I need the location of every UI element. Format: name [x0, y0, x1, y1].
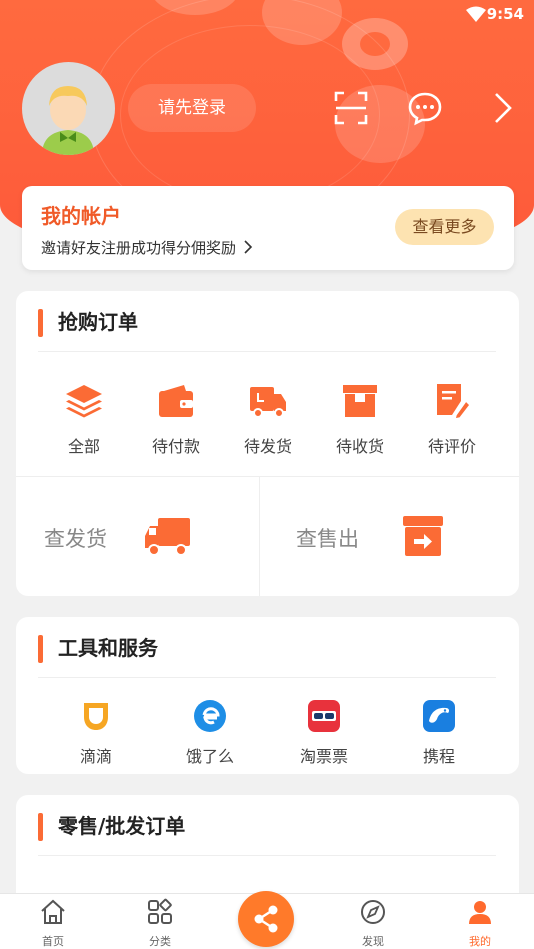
user-icon	[469, 901, 491, 924]
category-icon	[148, 898, 172, 924]
tool-eleme[interactable]: 饿了么	[170, 699, 250, 767]
compass-icon	[361, 900, 385, 924]
account-invite-link[interactable]: 邀请好友注册成功得分佣奖励	[41, 237, 253, 258]
order-status-all[interactable]: 全部	[38, 381, 130, 457]
view-more-button[interactable]: 查看更多	[395, 209, 494, 245]
chevron-right-small-icon	[244, 240, 252, 254]
order-status-label: 待收货	[335, 437, 384, 456]
divider	[38, 351, 496, 352]
order-status-label: 待评价	[427, 437, 476, 456]
order-status-label: 全部	[67, 437, 100, 456]
tool-taopiaopiao[interactable]: 淘票票	[284, 699, 364, 767]
wifi-icon	[466, 6, 486, 22]
truck-icon	[250, 387, 286, 418]
chevron-right-icon[interactable]	[488, 90, 524, 126]
layers-icon	[66, 385, 102, 418]
account-card[interactable]: 我的帐户 邀请好友注册成功得分佣奖励 查看更多	[22, 186, 514, 270]
divider	[38, 677, 496, 678]
tab-discover[interactable]: 发现	[333, 898, 413, 949]
tool-label: 淘票票	[299, 747, 348, 766]
share-button[interactable]	[238, 891, 294, 947]
check-shipping-button[interactable]: 查发货	[16, 476, 259, 594]
tool-ctrip[interactable]: 携程	[399, 699, 479, 767]
tools-card: 工具和服务 滴滴 饿了么 淘票票 携程	[16, 617, 519, 774]
order-status-label: 待付款	[151, 437, 200, 456]
box-arrow-icon	[403, 516, 443, 556]
tools-title: 工具和服务	[38, 631, 158, 665]
scan-icon[interactable]	[333, 90, 369, 126]
order-status-unpaid[interactable]: 待付款	[130, 381, 222, 457]
tool-label: 携程	[422, 747, 455, 766]
wallet-icon	[159, 385, 193, 417]
eleme-icon	[194, 700, 226, 732]
status-time: 9:54	[486, 5, 524, 23]
home-icon	[41, 899, 65, 924]
check-sold-label: 查售出	[296, 527, 359, 551]
tool-didi[interactable]: 滴滴	[56, 699, 136, 767]
message-icon[interactable]	[407, 90, 443, 126]
account-title: 我的帐户	[41, 204, 121, 228]
tab-mine[interactable]: 我的	[440, 898, 520, 949]
tab-label: 发现	[362, 935, 384, 948]
tab-label: 我的	[469, 935, 491, 948]
order-status-to-ship[interactable]: 待发货	[222, 381, 314, 457]
taopiaopiao-icon	[308, 700, 340, 732]
share-icon	[254, 905, 278, 933]
ctrip-icon	[423, 700, 455, 732]
box-icon	[343, 385, 377, 417]
order-status-label: 待发货	[243, 437, 292, 456]
tool-label: 饿了么	[185, 747, 234, 766]
flash-orders-card: 抢购订单 全部 待付款 待发货 待收货 待评价 查发货 查售出	[16, 291, 519, 596]
tool-label: 滴滴	[79, 747, 112, 766]
avatar-illustration	[42, 86, 94, 155]
status-bar: 9:54	[0, 0, 534, 30]
order-status-to-review[interactable]: 待评价	[406, 381, 498, 457]
retail-orders-title: 零售/批发订单	[38, 809, 185, 843]
review-icon	[437, 384, 471, 420]
tab-category[interactable]: 分类	[120, 898, 200, 949]
flash-orders-title: 抢购订单	[38, 305, 138, 339]
tab-label: 分类	[149, 935, 171, 948]
account-invite-text: 邀请好友注册成功得分佣奖励	[41, 239, 237, 257]
tab-home[interactable]: 首页	[13, 898, 93, 949]
avatar[interactable]	[22, 62, 115, 155]
delivery-truck-icon	[145, 518, 190, 556]
check-sold-button[interactable]: 查售出	[260, 476, 519, 594]
didi-icon	[84, 703, 108, 730]
check-shipping-label: 查发货	[44, 527, 107, 551]
order-status-to-receive[interactable]: 待收货	[314, 381, 406, 457]
divider	[38, 855, 496, 856]
tab-label: 首页	[42, 935, 64, 948]
login-button[interactable]: 请先登录	[128, 84, 256, 132]
